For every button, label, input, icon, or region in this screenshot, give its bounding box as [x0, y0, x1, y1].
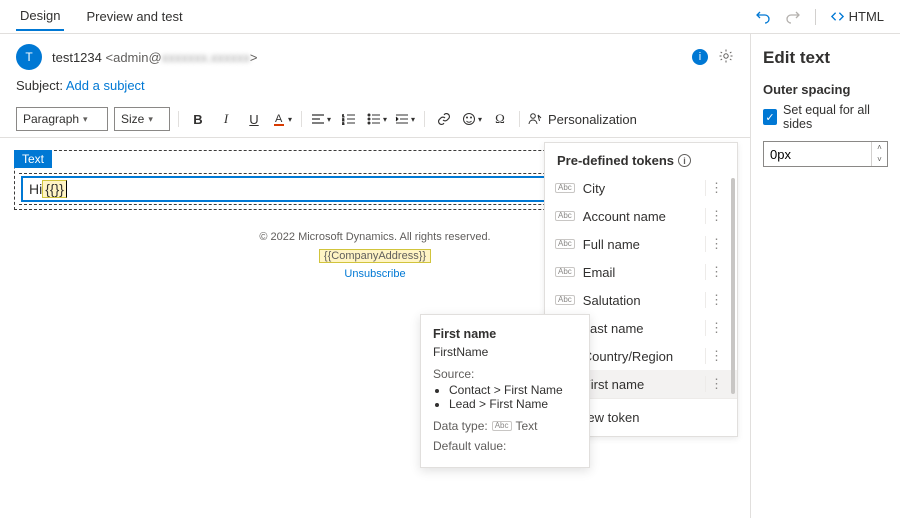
- properties-panel: Edit text Outer spacing ✓ Set equal for …: [750, 34, 900, 518]
- bold-button[interactable]: B: [187, 108, 209, 130]
- more-icon[interactable]: ⋮: [705, 348, 727, 364]
- token-item-full-name[interactable]: AbcFull name⋮: [545, 230, 737, 258]
- from-row: T test1234 <admin@ xxxxxxx.xxxxxx > i: [0, 34, 750, 76]
- undo-button[interactable]: [755, 9, 771, 25]
- tooltip-source-lead: Lead > First Name: [449, 397, 577, 411]
- tokens-panel-title: Pre-defined tokens: [557, 153, 674, 168]
- sender-email-left: <admin@: [106, 50, 162, 65]
- token-details-tooltip: First name FirstName Source: Contact > F…: [420, 314, 590, 468]
- indent-button[interactable]: ▾: [394, 108, 416, 130]
- sender-email-blur: xxxxxxx.xxxxxx: [162, 50, 250, 65]
- font-color-button[interactable]: A ▾: [271, 108, 293, 130]
- tooltip-default-label: Default value:: [433, 439, 577, 453]
- chevron-down-icon: ▾: [83, 114, 88, 125]
- token-item-salutation[interactable]: AbcSalutation⋮: [545, 286, 737, 314]
- more-icon[interactable]: ⋮: [705, 320, 727, 336]
- html-label: HTML: [849, 9, 884, 24]
- spacing-value[interactable]: [764, 147, 871, 162]
- more-icon[interactable]: ⋮: [705, 236, 727, 252]
- paragraph-style-dropdown[interactable]: Paragraph ▾: [16, 107, 108, 131]
- sender-avatar: T: [16, 44, 42, 70]
- token-item-account-name[interactable]: AbcAccount name⋮: [545, 202, 737, 230]
- tooltip-datatype-label: Data type:: [433, 419, 488, 433]
- scrollbar[interactable]: [731, 178, 735, 394]
- divider: [815, 9, 816, 25]
- empty-token[interactable]: {{}}: [42, 180, 67, 198]
- more-icon[interactable]: ⋮: [705, 264, 727, 280]
- tooltip-source-label: Source:: [433, 367, 577, 381]
- redo-button[interactable]: [785, 9, 801, 25]
- token-item-city[interactable]: AbcCity⋮: [545, 174, 737, 202]
- token-item-email[interactable]: AbcEmail⋮: [545, 258, 737, 286]
- html-view-button[interactable]: HTML: [830, 9, 884, 24]
- svg-text:A: A: [275, 113, 283, 125]
- tooltip-title: First name: [433, 327, 577, 341]
- spacing-input[interactable]: ˄ ˅: [763, 141, 888, 167]
- tooltip-field-name: FirstName: [433, 345, 577, 359]
- unsubscribe-link[interactable]: Unsubscribe: [344, 268, 405, 280]
- svg-text:3: 3: [342, 121, 345, 125]
- spacing-decrease[interactable]: ˅: [872, 154, 887, 166]
- font-size-dropdown[interactable]: Size ▾: [114, 107, 170, 131]
- italic-button[interactable]: I: [215, 108, 237, 130]
- info-icon[interactable]: i: [692, 49, 708, 65]
- text-type-icon: Abc: [492, 421, 512, 432]
- font-size-label: Size: [121, 112, 144, 126]
- tooltip-datatype-value: Text: [516, 419, 538, 433]
- numbered-list-button[interactable]: 123: [338, 108, 360, 130]
- top-tabbar: Design Preview and test HTML: [0, 0, 900, 34]
- more-icon[interactable]: ⋮: [705, 180, 727, 196]
- tab-preview-test[interactable]: Preview and test: [82, 3, 186, 30]
- chevron-down-icon: ▾: [148, 114, 153, 125]
- link-button[interactable]: [433, 108, 455, 130]
- company-address-token[interactable]: {{CompanyAddress}}: [319, 249, 431, 263]
- text-block-tag: Text: [14, 150, 52, 168]
- panel-title: Edit text: [763, 48, 888, 68]
- align-button[interactable]: ▾: [310, 108, 332, 130]
- gear-icon[interactable]: [718, 48, 734, 67]
- subject-label: Subject:: [16, 78, 63, 93]
- bullet-list-button[interactable]: ▾: [366, 108, 388, 130]
- emoji-button[interactable]: ▾: [461, 108, 483, 130]
- more-icon[interactable]: ⋮: [705, 292, 727, 308]
- greeting-text: Hi: [29, 181, 42, 197]
- personalization-button[interactable]: Personalization: [528, 112, 637, 127]
- tooltip-source-contact: Contact > First Name: [449, 383, 577, 397]
- subject-input[interactable]: Add a subject: [66, 78, 145, 93]
- tab-design[interactable]: Design: [16, 2, 64, 31]
- spacing-increase[interactable]: ˄: [872, 142, 887, 154]
- outer-spacing-section: Outer spacing: [763, 82, 888, 97]
- personalization-label: Personalization: [548, 112, 637, 127]
- more-icon[interactable]: ⋮: [705, 208, 727, 224]
- special-char-button[interactable]: Ω: [489, 108, 511, 130]
- paragraph-style-label: Paragraph: [23, 112, 79, 126]
- sender-email-right: >: [250, 50, 258, 65]
- equal-sides-label: Set equal for all sides: [783, 103, 888, 131]
- info-icon[interactable]: i: [678, 154, 691, 167]
- equal-sides-checkbox[interactable]: ✓: [763, 109, 777, 125]
- formatting-toolbar: Paragraph ▾ Size ▾ B I U A ▾ ▾ 123: [0, 103, 750, 138]
- more-icon[interactable]: ⋮: [705, 376, 727, 392]
- sender-name: test1234: [52, 50, 102, 65]
- underline-button[interactable]: U: [243, 108, 265, 130]
